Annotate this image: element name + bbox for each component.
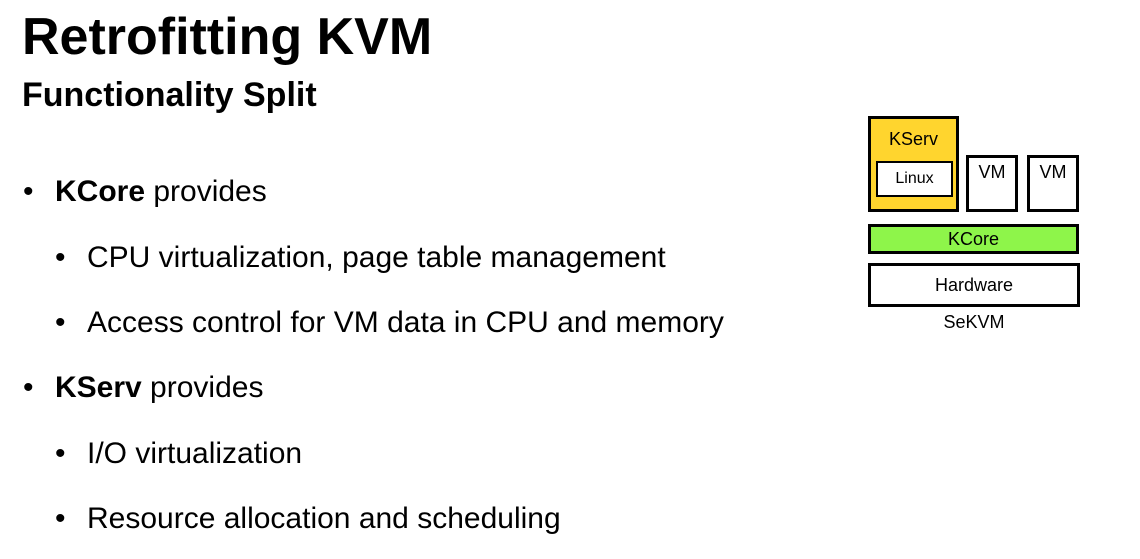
vm-label: VM (1039, 162, 1067, 182)
sekvm-caption: SeKVM (943, 312, 1005, 332)
bullet-kserv-provides: • KServ provides (23, 370, 264, 406)
bullet-dot: • (55, 306, 66, 339)
bullet-text: CPU virtualization, page table managemen… (87, 241, 666, 274)
bullet-io-virtualization: • I/O virtualization (55, 436, 303, 472)
bullet-text: provides (141, 371, 264, 404)
kserv-label: KServ (888, 129, 939, 149)
slide-subtitle: Functionality Split (22, 76, 317, 114)
kcore-box: KCore (868, 224, 1079, 254)
bullet-kcore-provides: • KCore provides (23, 174, 267, 210)
bullet-dot: • (55, 502, 66, 535)
bullet-dot: • (23, 175, 34, 208)
bullet-cpu-virtualization: • CPU virtualization, page table managem… (55, 240, 666, 276)
slide-title: Retrofitting KVM (22, 8, 433, 66)
bullet-access-control: • Access control for VM data in CPU and … (55, 305, 724, 341)
vm-box-2: VM (1027, 155, 1079, 212)
bullet-dot: • (55, 437, 66, 470)
bullet-dot: • (23, 371, 34, 404)
bullet-text: Access control for VM data in CPU and me… (87, 306, 724, 339)
vm-label: VM (978, 162, 1006, 182)
kserv-box: KServ Linux (868, 116, 959, 212)
linux-label: Linux (895, 170, 934, 187)
bullet-text: I/O virtualization (87, 437, 303, 470)
kcore-label: KCore (947, 229, 1000, 249)
hardware-box: Hardware (868, 263, 1080, 307)
bullet-bold-term: KServ (55, 371, 142, 404)
vm-box-1: VM (966, 155, 1018, 212)
bullet-text: provides (145, 175, 267, 208)
bullet-dot: • (55, 241, 66, 274)
bullet-resource-allocation: • Resource allocation and scheduling (55, 501, 561, 537)
linux-box: Linux (876, 161, 953, 197)
bullet-text: Resource allocation and scheduling (87, 502, 561, 535)
slide: Retrofitting KVM Functionality Split • K… (0, 0, 1140, 559)
hardware-label: Hardware (934, 275, 1014, 295)
bullet-bold-term: KCore (55, 175, 146, 208)
